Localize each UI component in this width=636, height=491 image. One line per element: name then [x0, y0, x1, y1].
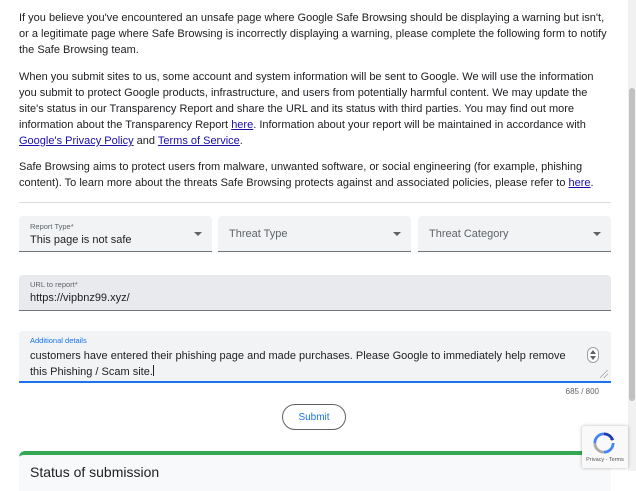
additional-details-value: customers have entered their phishing pa… [30, 350, 566, 378]
terms-of-service-link[interactable]: Terms of Service [158, 135, 240, 147]
paragraph-text: . Information about your report will be … [253, 119, 586, 131]
transparency-report-link[interactable]: here [231, 119, 253, 131]
threat-type-select[interactable]: Threat Type [218, 216, 411, 252]
threat-type-placeholder: Threat Type [229, 228, 288, 240]
scrollbar-thumb[interactable] [629, 88, 635, 401]
section-divider [19, 202, 611, 203]
paragraph-text: . [239, 135, 243, 147]
text-caret [152, 365, 154, 376]
url-field[interactable]: URL to report* https://vipbnz99.xyz/ [19, 275, 611, 311]
status-title: Status of submission [30, 464, 160, 480]
scroll-spinner-icon[interactable] [587, 347, 599, 363]
dropdown-arrow-icon [393, 232, 401, 236]
page-scrollbar[interactable] [628, 0, 636, 471]
threats-policy-link[interactable]: here [569, 177, 591, 189]
threat-category-select[interactable]: Threat Category [418, 216, 611, 252]
resize-handle-icon[interactable] [600, 370, 608, 378]
recaptcha-badge[interactable]: Privacy - Terms [582, 426, 628, 468]
character-counter: 685 / 800 [565, 387, 599, 396]
report-type-select[interactable]: Report Type* This page is not safe [19, 216, 212, 252]
paragraph-text: and [133, 135, 158, 147]
intro-paragraph-3: Safe Browsing aims to protect users from… [19, 159, 611, 191]
recaptcha-icon [593, 432, 615, 454]
submit-button[interactable]: Submit [282, 404, 346, 430]
intro-section: If you believe you've encountered an uns… [19, 10, 611, 191]
url-field-label: URL to report* [30, 280, 78, 289]
paragraph-text: Safe Browsing aims to protect users from… [19, 161, 583, 189]
dropdown-arrow-icon [593, 232, 601, 236]
intro-paragraph-1: If you believe you've encountered an uns… [19, 12, 607, 56]
recaptcha-legal-text[interactable]: Privacy - Terms [584, 457, 626, 463]
report-type-label: Report Type* [30, 222, 74, 231]
status-card: Status of submission [19, 451, 611, 491]
additional-details-textarea[interactable]: Additional details customers have entere… [19, 331, 611, 383]
threat-category-placeholder: Threat Category [429, 228, 509, 240]
url-field-value: https://vipbnz99.xyz/ [30, 292, 130, 304]
additional-details-text-container: customers have entered their phishing pa… [30, 348, 580, 380]
intro-paragraph-2: When you submit sites to us, some accoun… [19, 69, 611, 149]
dropdown-arrow-icon [194, 232, 202, 236]
privacy-policy-link[interactable]: Google's Privacy Policy [19, 135, 134, 147]
additional-details-label: Additional details [30, 336, 87, 345]
report-type-value: This page is not safe [30, 234, 132, 246]
paragraph-text: . [590, 177, 594, 189]
